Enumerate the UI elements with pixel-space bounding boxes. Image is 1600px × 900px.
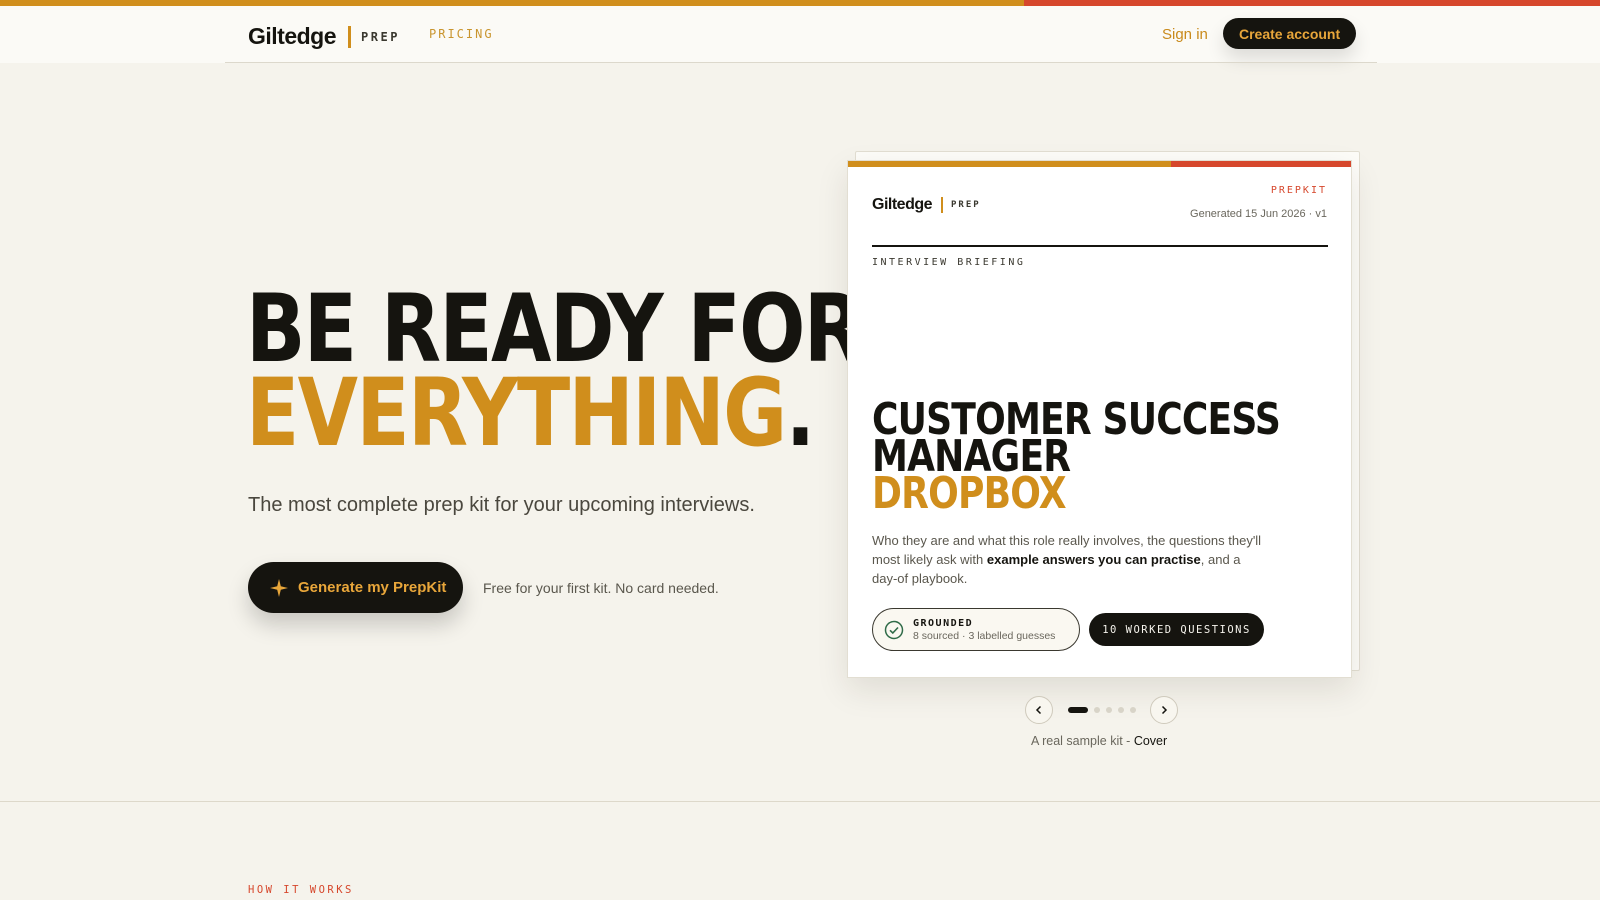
free-note: Free for your first kit. No card needed. — [483, 580, 719, 596]
generate-prepkit-label: Generate my PrepKit — [298, 579, 447, 596]
card-brand: Giltedge PREP — [872, 196, 981, 214]
grounded-title: GROUNDED — [913, 617, 974, 629]
site-header: Giltedge PREP PRICING Sign in Create acc… — [0, 6, 1600, 63]
header-divider — [225, 62, 1377, 63]
chevron-right-icon — [1161, 705, 1168, 715]
card-rule — [872, 245, 1328, 247]
carousel-pager — [1025, 696, 1178, 724]
nav-pricing-link[interactable]: PRICING — [429, 27, 494, 41]
card-accent-bar — [848, 161, 1351, 167]
section-divider — [0, 801, 1600, 802]
card-desc-bold: example answers you can practise — [986, 552, 1201, 567]
generate-prepkit-button[interactable]: Generate my PrepKit — [248, 562, 463, 613]
sample-kit-card: Giltedge PREP PREPKIT Generated 15 Jun 2… — [847, 160, 1352, 678]
brand-divider — [348, 25, 352, 48]
hero-title: BE READY FOR EVERYTHING. — [246, 283, 864, 461]
card-company: DROPBOX — [872, 468, 1067, 519]
card-brand-divider — [941, 197, 944, 213]
brand-logo[interactable]: Giltedge PREP — [248, 23, 400, 50]
carousel-dot[interactable] — [1130, 707, 1136, 713]
grounded-text: GROUNDED 8 sourced · 3 labelled guesses — [913, 618, 1055, 642]
carousel-dot-active[interactable] — [1068, 707, 1088, 713]
sparkle-icon — [270, 578, 288, 597]
carousel-prev-button[interactable] — [1025, 696, 1053, 724]
carousel-next-button[interactable] — [1150, 696, 1178, 724]
grounded-badge: GROUNDED 8 sourced · 3 labelled guesses — [872, 608, 1080, 651]
brand-sublabel: PREP — [361, 29, 400, 44]
grounded-subtitle: 8 sourced · 3 labelled guesses — [913, 629, 1056, 642]
card-generated-date: Generated 15 Jun 2026 · v1 — [1190, 208, 1327, 220]
brand-wordmark: Giltedge — [248, 23, 337, 49]
sample-caption: A real sample kit - Cover — [1031, 734, 1167, 748]
card-role-title: CUSTOMER SUCCESS MANAGER DROPBOX — [872, 398, 1281, 519]
carousel-dot[interactable] — [1094, 707, 1100, 713]
card-briefing-label: INTERVIEW BRIEFING — [872, 257, 1026, 268]
carousel-dots — [1068, 707, 1136, 713]
worked-questions-badge: 10 WORKED QUESTIONS — [1089, 613, 1264, 646]
hero-title-line2: EVERYTHING. — [246, 367, 862, 461]
card-kit-label: PREPKIT — [1270, 185, 1327, 196]
sample-caption-page: Cover — [1133, 734, 1168, 748]
carousel-dot[interactable] — [1118, 707, 1124, 713]
hero-subtitle: The most complete prep kit for your upco… — [248, 494, 755, 516]
carousel-dot[interactable] — [1106, 707, 1112, 713]
sample-caption-prefix: A real sample kit - — [1031, 734, 1134, 748]
sign-in-link[interactable]: Sign in — [1162, 26, 1208, 43]
hero-title-highlight: EVERYTHING — [246, 359, 787, 468]
how-it-works-label: HOW IT WORKS — [248, 884, 354, 896]
card-brand-sublabel: PREP — [951, 200, 981, 210]
chevron-left-icon — [1035, 705, 1042, 715]
card-brand-wordmark: Giltedge — [872, 196, 933, 213]
create-account-button[interactable]: Create account — [1223, 18, 1357, 49]
check-circle-icon — [884, 620, 904, 639]
hero-title-period: . — [785, 359, 816, 468]
card-description: Who they are and what this role really i… — [872, 531, 1262, 588]
